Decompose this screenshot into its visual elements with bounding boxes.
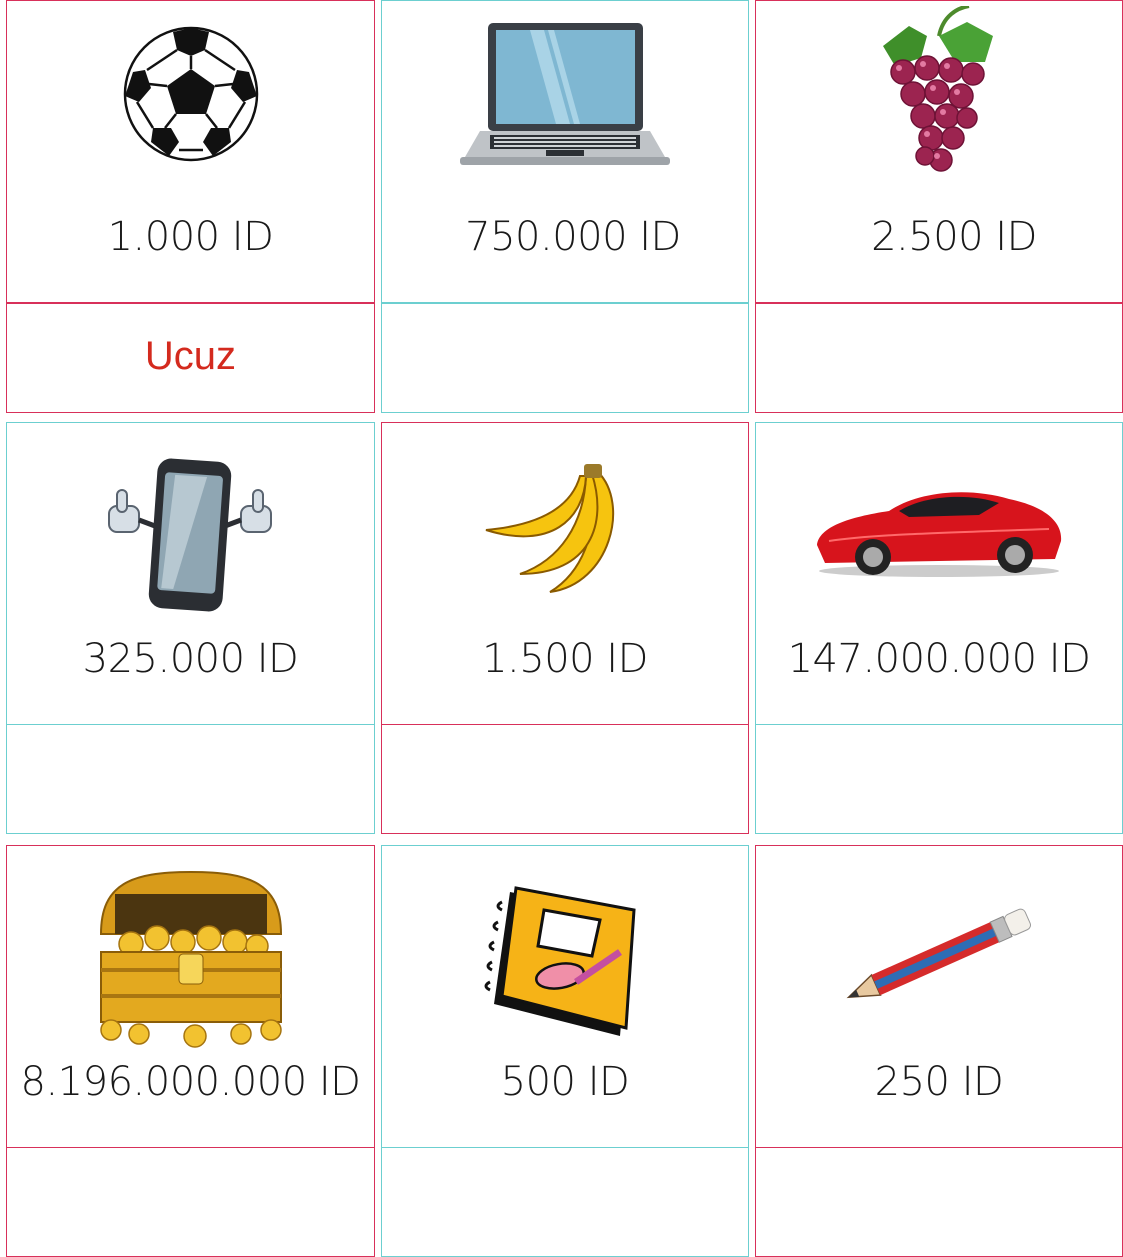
card-grapes: 2.500 ID — [755, 0, 1123, 303]
answer-box[interactable] — [755, 724, 1123, 834]
card-soccer-ball: 1.000 ID — [6, 0, 375, 303]
answer-text: Ucuz — [144, 334, 237, 378]
price-label: 500 ID — [500, 1059, 630, 1105]
answer-box[interactable] — [755, 1147, 1123, 1257]
price-label: 2.500 ID — [871, 214, 1037, 260]
card-notebook: 500 ID — [381, 845, 749, 1148]
answer-box[interactable] — [6, 724, 375, 834]
price-label: 1.000 ID — [107, 214, 274, 260]
treasure-chest-icon — [7, 864, 374, 1049]
price-label: 1.500 ID — [482, 636, 648, 682]
answer-box[interactable] — [755, 303, 1123, 413]
price-label: 8.196.000.000 ID — [20, 1059, 361, 1105]
price-label: 147.000.000 ID — [787, 636, 1091, 682]
answer-box[interactable]: Ucuz — [6, 303, 375, 413]
card-treasure-chest: 8.196.000.000 ID — [6, 845, 375, 1148]
card-sports-car: 147.000.000 ID — [755, 422, 1123, 725]
red-sports-car-icon — [756, 433, 1122, 618]
price-label: 750.000 ID — [465, 214, 681, 260]
pencil-icon — [756, 864, 1122, 1049]
answer-box[interactable] — [381, 1147, 749, 1257]
price-label: 325.000 ID — [82, 636, 299, 682]
soccer-ball-icon — [7, 1, 374, 186]
answer-box[interactable] — [381, 303, 749, 413]
card-laptop: 750.000 ID — [381, 0, 749, 303]
card-pencil: 250 ID — [755, 845, 1123, 1148]
laptop-icon — [382, 1, 748, 186]
price-label: 250 ID — [874, 1059, 1004, 1105]
notebook-icon — [382, 864, 748, 1049]
bananas-icon — [382, 441, 748, 626]
answer-box[interactable] — [381, 724, 749, 834]
answer-box[interactable] — [6, 1147, 375, 1257]
grapes-icon — [756, 1, 1122, 186]
card-bananas: 1.500 ID — [381, 422, 749, 725]
card-smartphone: 325.000 ID — [6, 422, 375, 725]
smartphone-thumbs-up-icon — [7, 441, 374, 626]
